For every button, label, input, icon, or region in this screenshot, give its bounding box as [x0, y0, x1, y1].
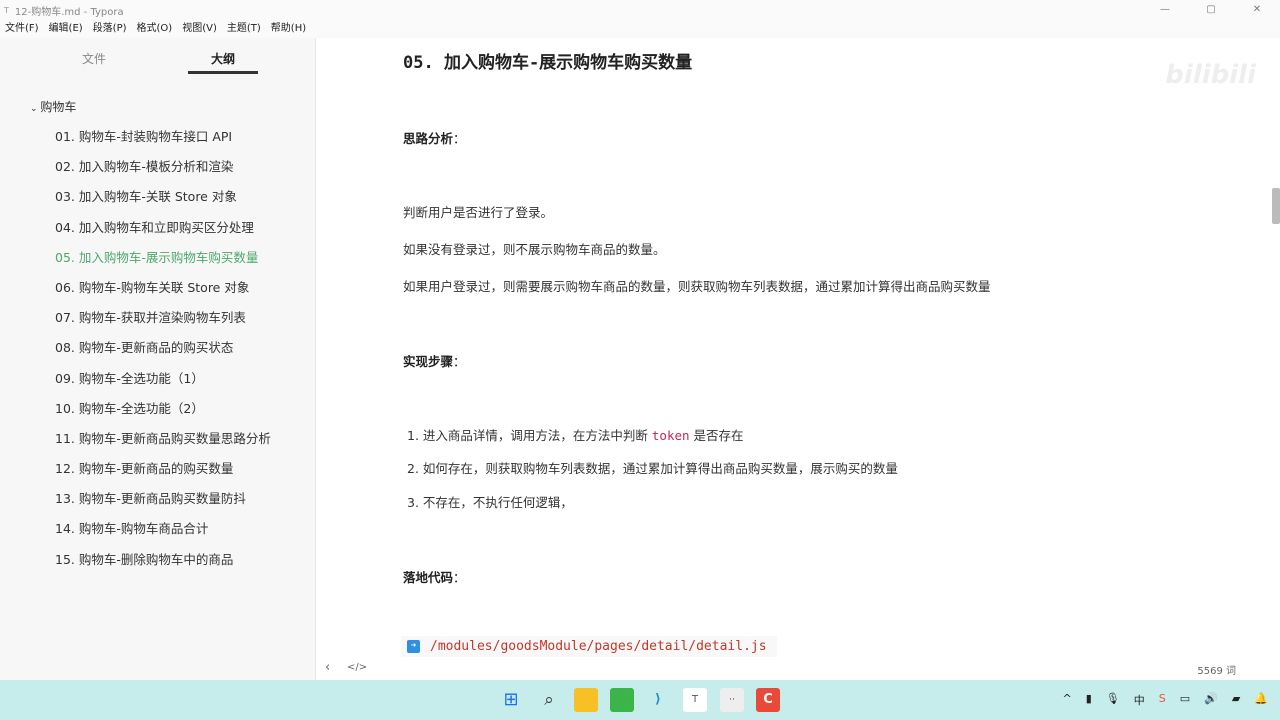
- word-count[interactable]: 5569 词: [1197, 662, 1236, 677]
- outline-item[interactable]: 06. 购物车-购物车关联 Store 对象: [0, 273, 315, 303]
- source-mode-icon[interactable]: </>: [347, 662, 367, 673]
- file-path-code: ➜/modules/goodsModule/pages/detail/detai…: [401, 636, 777, 657]
- toggle-sidebar-icon[interactable]: ‹: [325, 660, 330, 675]
- menu-file[interactable]: 文件(F): [5, 20, 39, 38]
- outline-item[interactable]: 10. 购物车-全选功能（2）: [0, 394, 315, 424]
- analysis-heading: 思路分析：: [403, 131, 466, 146]
- outline-item[interactable]: 08. 购物车-更新商品的购买状态: [0, 333, 315, 363]
- arrow-right-icon: ➜: [407, 640, 420, 653]
- maximize-button[interactable]: ▢: [1188, 0, 1234, 20]
- list-item: 1. 进入商品详情，调用方法，在方法中判断 token 是否存在: [407, 428, 744, 443]
- editor[interactable]: bilibili 05. 加入购物车-展示购物车购买数量 思路分析： 判断用户是…: [317, 38, 1280, 680]
- steps-heading: 实现步骤：: [403, 354, 466, 369]
- battery-icon[interactable]: ▰: [1232, 692, 1240, 708]
- bookmark-icon[interactable]: ▮: [1086, 692, 1092, 708]
- network-icon[interactable]: ▭: [1180, 692, 1190, 708]
- outline-tree: ⌄ 购物车 01. 购物车-封装购物车接口 API 02. 加入购物车-模板分析和…: [0, 92, 315, 575]
- menu-view[interactable]: 视图(V): [182, 20, 217, 38]
- outline-item[interactable]: 05. 加入购物车-展示购物车购买数量: [0, 243, 315, 273]
- menu-help[interactable]: 帮助(H): [271, 20, 306, 38]
- outline-item[interactable]: 09. 购物车-全选功能（1）: [0, 364, 315, 394]
- notification-icon[interactable]: 🔔: [1254, 692, 1268, 708]
- minimize-button[interactable]: —: [1142, 0, 1188, 20]
- paragraph: 如果用户登录过，则需要展示购物车商品的数量，则获取购物车列表数据，通过累加计算得…: [403, 279, 991, 294]
- file-explorer-icon[interactable]: [574, 688, 598, 712]
- taskbar: ⊞ ⌕ ⟩ T ·· C ^ ▮ 🎙 中 S ▭ 🔊 ▰ 🔔: [0, 680, 1280, 720]
- menu-bar: 文件(F) 编辑(E) 段落(P) 格式(O) 视图(V) 主题(T) 帮助(H): [0, 20, 1280, 38]
- list-item: 3. 不存在，不执行任何逻辑，: [407, 495, 573, 510]
- inline-code: token: [651, 428, 690, 443]
- vscode-icon[interactable]: ⟩: [646, 688, 670, 712]
- outline-item[interactable]: 15. 购物车-删除购物车中的商品: [0, 545, 315, 575]
- chevron-up-icon[interactable]: ^: [1062, 692, 1071, 708]
- sidebar: 文件 大纲 ⌄ 购物车 01. 购物车-封装购物车接口 API 02. 加入购物车-…: [0, 38, 316, 680]
- menu-edit[interactable]: 编辑(E): [49, 20, 83, 38]
- menu-theme[interactable]: 主题(T): [227, 20, 261, 38]
- scrollbar[interactable]: [1272, 188, 1280, 224]
- start-icon[interactable]: ⊞: [499, 688, 523, 712]
- outline-item[interactable]: 03. 加入购物车-关联 Store 对象: [0, 182, 315, 212]
- code-heading: 落地代码：: [403, 570, 466, 585]
- outline-item[interactable]: 04. 加入购物车和立即购买区分处理: [0, 213, 315, 243]
- tab-files[interactable]: 文件: [0, 38, 188, 74]
- microphone-icon[interactable]: 🎙: [1106, 692, 1120, 708]
- document-heading: 05. 加入购物车-展示购物车购买数量: [403, 53, 693, 73]
- wechat-devtools-icon[interactable]: [610, 688, 634, 712]
- typora-icon[interactable]: T: [683, 688, 707, 712]
- menu-format[interactable]: 格式(O): [137, 20, 173, 38]
- list-item: 2. 如何存在，则获取购物车列表数据，通过累加计算得出商品购买数量，展示购买的数…: [407, 461, 898, 476]
- paragraph: 判断用户是否进行了登录。: [403, 205, 554, 220]
- outline-item[interactable]: 11. 购物车-更新商品购买数量思路分析: [0, 424, 315, 454]
- outline-item[interactable]: 12. 购物车-更新商品的购买数量: [0, 454, 315, 484]
- app-icon[interactable]: ··: [720, 688, 744, 712]
- outline-item[interactable]: 01. 购物车-封装购物车接口 API: [0, 122, 315, 152]
- outline-item[interactable]: 13. 购物车-更新商品购买数量防抖: [0, 484, 315, 514]
- menu-paragraph[interactable]: 段落(P): [93, 20, 127, 38]
- outline-item[interactable]: 14. 购物车-购物车商品合计: [0, 514, 315, 544]
- outline-root-label: 购物车: [40, 100, 77, 114]
- sogou-icon[interactable]: S: [1159, 692, 1166, 708]
- bilibili-watermark: bilibili: [1165, 60, 1256, 90]
- paragraph: 如果没有登录过，则不展示购物车商品的数量。: [403, 242, 666, 257]
- window-title: 12-购物车.md - Typora: [14, 6, 124, 18]
- tab-outline[interactable]: 大纲: [188, 38, 258, 74]
- search-icon[interactable]: ⌕: [537, 688, 561, 712]
- close-button[interactable]: ✕: [1234, 0, 1280, 20]
- title-bar: T 12-购物车.md - Typora: [0, 0, 1280, 20]
- input-method-icon[interactable]: 中: [1134, 692, 1145, 708]
- typora-icon: T: [4, 5, 9, 15]
- chevron-down-icon: ⌄: [30, 104, 41, 114]
- volume-icon[interactable]: 🔊: [1204, 692, 1218, 708]
- outline-root[interactable]: ⌄ 购物车: [0, 92, 315, 122]
- outline-item[interactable]: 02. 加入购物车-模板分析和渲染: [0, 152, 315, 182]
- outline-item[interactable]: 07. 购物车-获取并渲染购物车列表: [0, 303, 315, 333]
- recorder-icon[interactable]: C: [756, 688, 780, 712]
